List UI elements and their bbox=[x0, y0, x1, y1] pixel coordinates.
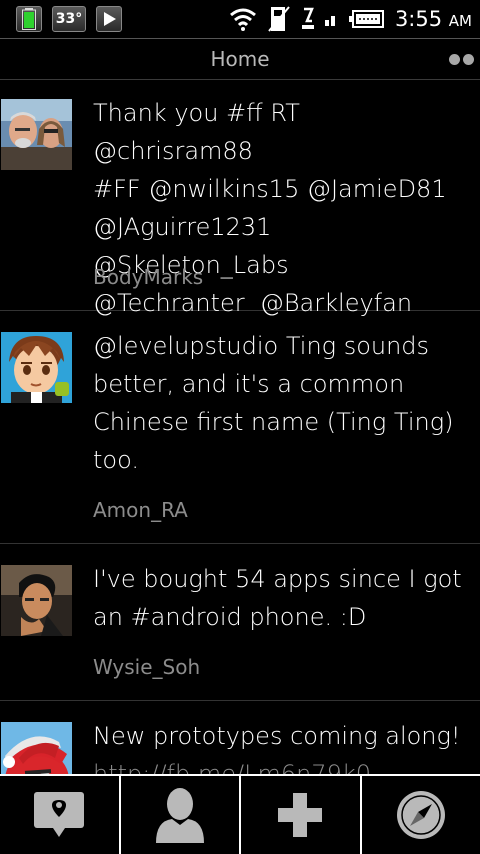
compose-button[interactable] bbox=[0, 776, 121, 854]
compose-icon bbox=[34, 792, 85, 837]
page-dot-icon bbox=[449, 54, 460, 65]
tweet-item[interactable]: Thank you #ff RT @chrisram88 #FF @nwilki… bbox=[0, 80, 480, 317]
status-bar: 33° 3:55 AM bbox=[0, 0, 480, 38]
clock: 3:55 AM bbox=[395, 7, 472, 31]
profile-icon bbox=[155, 788, 204, 843]
tweet-item[interactable]: New prototypes coming along! http://fb.m… bbox=[0, 701, 480, 774]
network-icon bbox=[268, 6, 290, 32]
avatar[interactable] bbox=[1, 332, 72, 403]
usb-icon bbox=[301, 7, 314, 29]
media-play-icon bbox=[96, 6, 122, 32]
page-indicator[interactable] bbox=[449, 54, 474, 65]
tweet-timeline[interactable]: Thank you #ff RT @chrisram88 #FF @nwilki… bbox=[0, 80, 480, 774]
tweet-link[interactable]: http://fb.me/Lm6n79k0 bbox=[93, 755, 466, 774]
explore-button[interactable] bbox=[362, 776, 480, 854]
temperature-icon: 33° bbox=[52, 6, 86, 32]
app-header: Home bbox=[0, 38, 480, 80]
tweet-text: @levelupstudio Ting sounds better, and i… bbox=[93, 332, 454, 474]
status-bar-right: 3:55 AM bbox=[229, 4, 472, 34]
bottom-toolbar bbox=[0, 774, 480, 854]
avatar[interactable] bbox=[1, 99, 72, 170]
add-button[interactable] bbox=[241, 776, 362, 854]
signal-icon bbox=[324, 16, 335, 26]
tweet-item[interactable]: I've bought 54 apps since I got an #andr… bbox=[0, 544, 480, 701]
profile-button[interactable] bbox=[121, 776, 241, 854]
tweet-author[interactable]: Amon_RA bbox=[93, 498, 188, 522]
status-bar-left: 33° bbox=[16, 6, 122, 32]
wifi-icon bbox=[229, 8, 256, 31]
avatar[interactable] bbox=[1, 565, 72, 636]
battery-icon bbox=[16, 6, 42, 32]
clock-time: 3:55 bbox=[394, 7, 443, 31]
add-icon bbox=[278, 793, 323, 837]
tweet-text: New prototypes coming along! bbox=[93, 722, 461, 750]
temperature-value: 33° bbox=[55, 11, 83, 27]
tweet-author[interactable]: Wysie_Soh bbox=[93, 655, 200, 679]
tweet-text: I've bought 54 apps since I got an #andr… bbox=[93, 565, 462, 631]
clock-ampm: AM bbox=[448, 12, 472, 30]
compass-icon bbox=[396, 791, 445, 839]
page-title: Home bbox=[210, 47, 270, 71]
avatar[interactable] bbox=[1, 722, 72, 774]
battery-status-icon bbox=[348, 10, 384, 28]
tweet-author[interactable]: BodyMarks bbox=[93, 265, 203, 289]
page-dot-icon bbox=[463, 54, 474, 65]
tweet-item[interactable]: @levelupstudio Ting sounds better, and i… bbox=[0, 311, 480, 544]
